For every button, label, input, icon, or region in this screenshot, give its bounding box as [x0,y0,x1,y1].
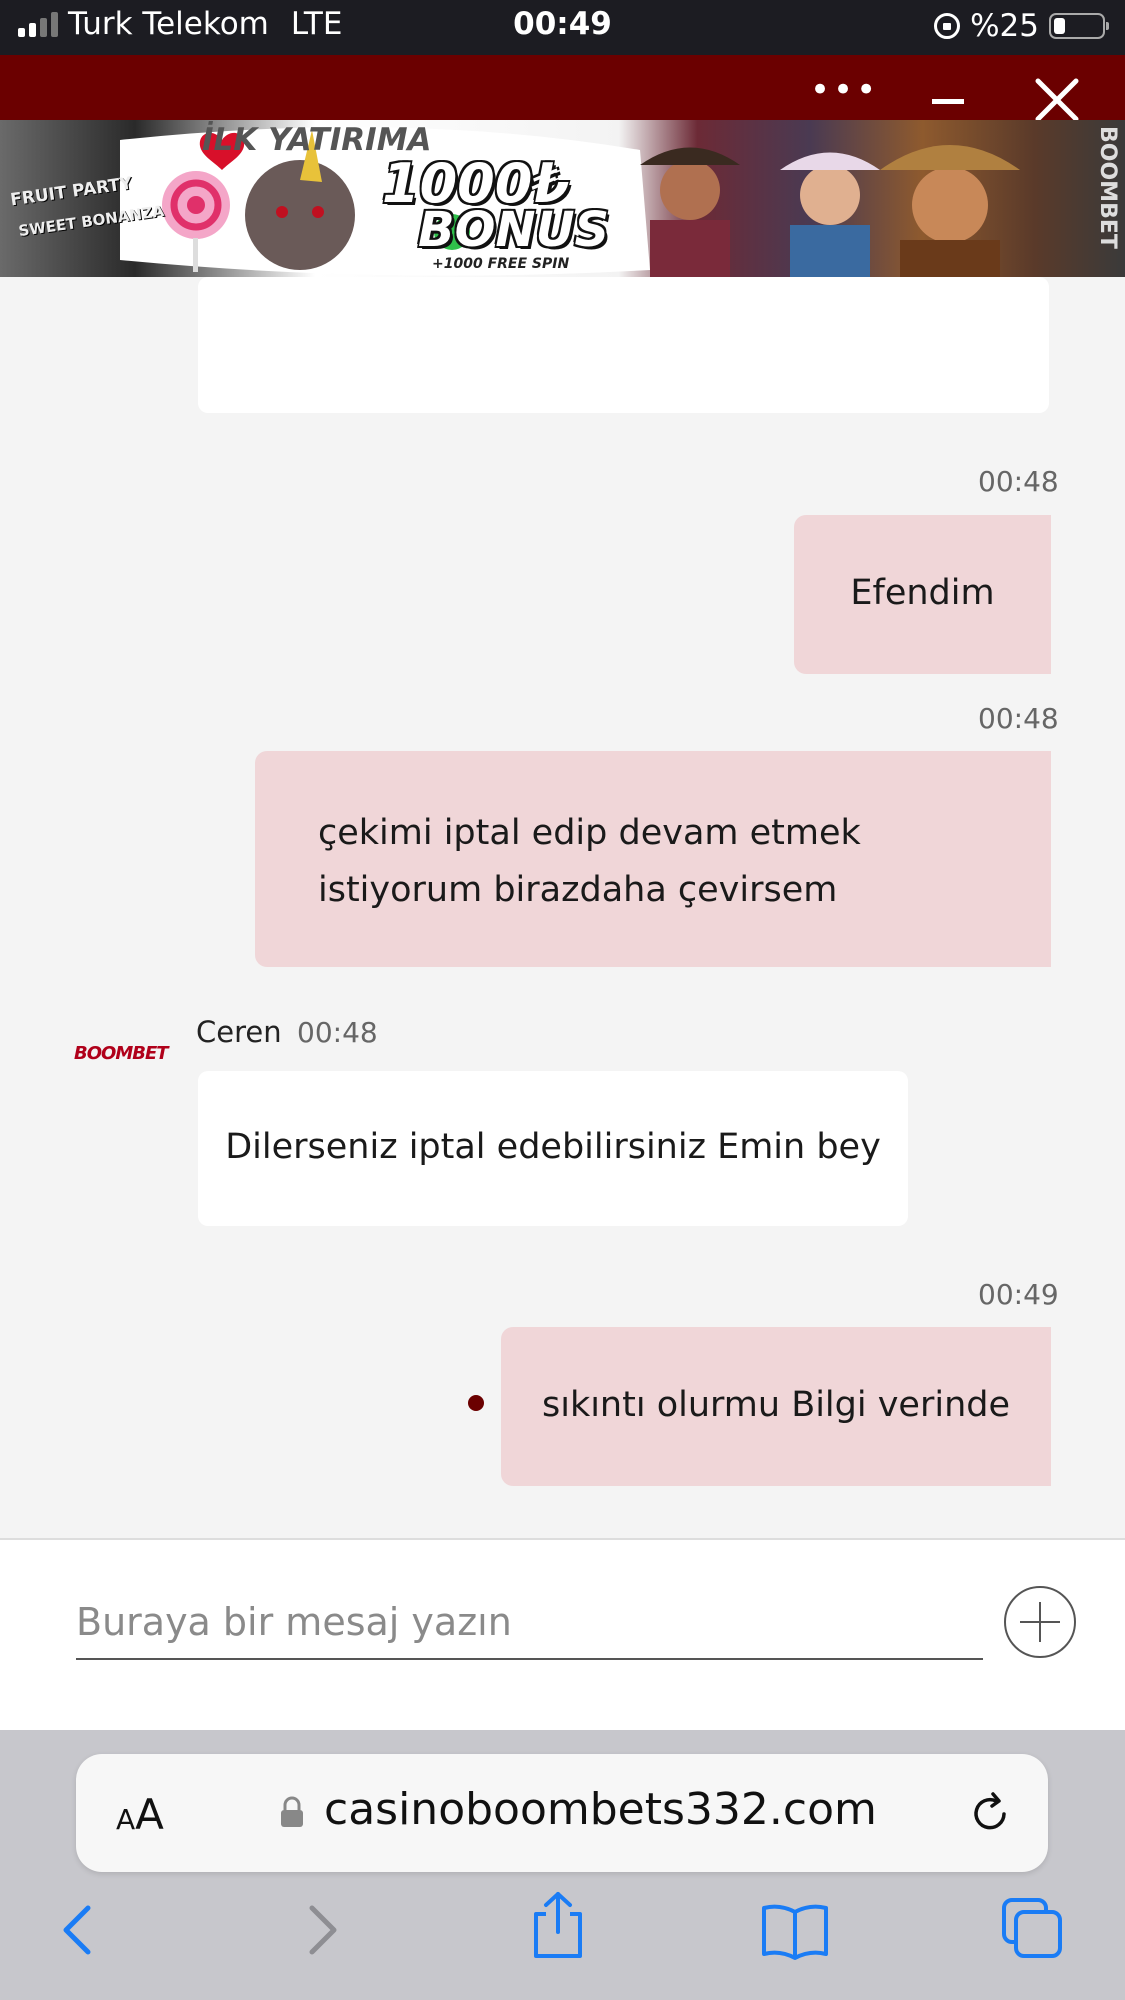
message-text: çekimi iptal edip devam etmek istiyorum … [318,813,861,910]
share-icon[interactable] [528,1890,588,1960]
lock-icon [281,1796,303,1827]
text-size-button[interactable]: AA [116,1790,164,1839]
message-text: sıkıntı olurmu Bilgi verinde [541,1385,1011,1425]
message-input[interactable] [76,1586,983,1660]
cowboy-1-icon [660,160,720,220]
banner-bonus: BONUS [418,202,610,258]
agent-message-bubble: Dilerseniz iptal edebilirsiniz Emin bey [198,1071,908,1226]
address-bar[interactable]: AA casinoboombets332.com [76,1754,1048,1872]
message-text: Dilerseniz iptal edebilirsiniz Emin bey [225,1127,881,1167]
agent-name: Ceren [196,1015,282,1049]
promo-banner[interactable]: İLK YATIRIMA 1000₺ BONUS +1000 FREE SPIN… [0,120,1125,277]
minimize-icon[interactable] [932,99,964,104]
message-time: 00:48 [297,1016,378,1049]
message-time: 00:49 [978,1278,1059,1311]
back-icon[interactable] [58,1900,98,1960]
browser-bar: AA casinoboombets332.com [0,1730,1125,2000]
agent-message-bubble [198,277,1049,413]
close-icon[interactable] [1034,77,1080,123]
tabs-icon[interactable] [1000,1896,1064,1960]
message-composer [0,1538,1125,1732]
cowboy-2-icon [912,167,988,243]
message-text: Efendim [850,573,995,613]
banner-brand: BOOMBET [1095,126,1120,249]
banner-spins: +1000 FREE SPIN [432,256,570,272]
url-text[interactable]: casinoboombets332.com [324,1784,877,1835]
add-attachment-button[interactable] [1004,1586,1076,1658]
battery-percent: %25 [970,8,1039,44]
cowgirl-icon [800,165,860,225]
message-time: 00:48 [978,702,1059,735]
status-right: %25 [934,8,1109,44]
battery-icon [1049,13,1109,39]
unread-indicator [468,1395,484,1411]
rhino-icon [245,160,355,270]
status-bar: Turk Telekom LTE 00:49 %25 [0,0,1125,55]
user-message-bubble: Efendim [794,515,1051,674]
chat-header: ••• [0,55,1125,123]
rotation-lock-icon [934,13,961,39]
more-icon[interactable]: ••• [810,73,879,107]
agent-logo: BOOMBET [74,1043,169,1064]
forward-icon[interactable] [302,1900,342,1960]
bookmarks-icon[interactable] [760,1900,830,1960]
message-time: 00:48 [978,465,1059,498]
user-message-bubble: çekimi iptal edip devam etmek istiyorum … [255,751,1051,967]
user-message-bubble: sıkıntı olurmu Bilgi verinde [501,1327,1051,1486]
reload-icon[interactable] [966,1790,1014,1838]
